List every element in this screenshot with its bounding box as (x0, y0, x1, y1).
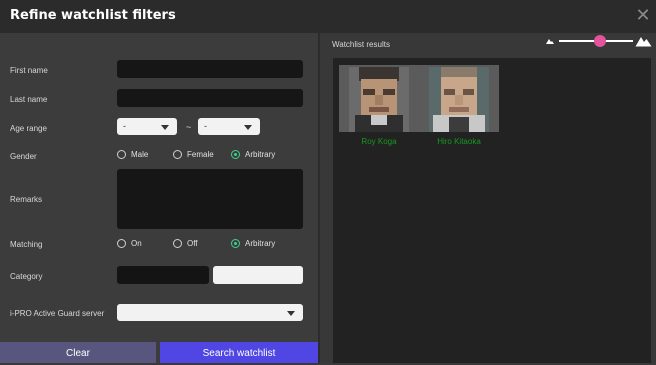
remarks-field[interactable] (117, 169, 303, 229)
result-name: Hiro Kitaoka (437, 137, 481, 146)
chevron-down-icon (244, 125, 252, 130)
radio-unchecked-icon (173, 239, 182, 248)
mountain-large-icon (635, 37, 652, 47)
age-range-label: Age range (10, 124, 47, 133)
first-name-label: First name (10, 66, 48, 75)
age-range-separator: ~ (186, 122, 192, 132)
chevron-down-icon (287, 311, 295, 316)
last-name-field[interactable] (117, 89, 303, 108)
gender-radio-arbitrary[interactable]: Arbitrary (231, 150, 275, 159)
face-thumbnail (419, 65, 499, 132)
radio-checked-icon (231, 150, 240, 159)
clear-button[interactable]: Clear (0, 342, 156, 363)
age-to-select[interactable]: - (198, 118, 260, 135)
radio-unchecked-icon (117, 150, 126, 159)
result-card-roy-koga[interactable]: Roy Koga (339, 65, 419, 146)
face-thumbnail (339, 65, 419, 132)
close-icon[interactable]: ✕ (634, 6, 652, 24)
matching-label: Matching (10, 240, 43, 249)
result-name: Roy Koga (361, 137, 397, 146)
face-photo (429, 67, 489, 132)
first-name-field[interactable] (117, 60, 303, 79)
matching-radio-arbitrary[interactable]: Arbitrary (231, 239, 275, 248)
gender-option-label: Male (131, 150, 149, 159)
category-second-input[interactable] (213, 267, 303, 285)
dialog-titlebar: Refine watchlist filters ✕ (0, 0, 656, 33)
search-watchlist-button[interactable]: Search watchlist (160, 342, 318, 363)
category-label: Category (10, 272, 43, 281)
remarks-label: Remarks (10, 195, 43, 204)
zoom-slider[interactable] (545, 33, 652, 49)
matching-option-label: Arbitrary (245, 239, 276, 248)
last-name-input[interactable] (117, 90, 303, 108)
zoom-knob[interactable] (593, 35, 606, 47)
result-card-hiro-kitaoka[interactable]: Hiro Kitaoka (419, 65, 499, 146)
matching-option-label: On (131, 239, 142, 248)
category-second-field[interactable] (213, 266, 303, 285)
last-name-label: Last name (10, 95, 48, 104)
gender-label: Gender (10, 152, 37, 161)
chevron-down-icon (161, 125, 169, 130)
dialog-title: Refine watchlist filters (10, 8, 176, 23)
matching-radio-on[interactable]: On (117, 239, 142, 248)
mountain-small-icon (546, 39, 554, 44)
gender-option-label: Arbitrary (245, 150, 276, 159)
results-title: Watchlist results (332, 40, 390, 49)
refine-watchlist-dialog: Refine watchlist filters ✕ First name La… (0, 0, 656, 363)
gender-radio-female[interactable]: Female (173, 150, 214, 159)
category-field[interactable] (117, 266, 209, 285)
age-from-select[interactable]: - (117, 118, 177, 135)
gender-radio-male[interactable]: Male (117, 150, 148, 159)
server-select[interactable] (117, 304, 303, 321)
radio-checked-icon (231, 239, 240, 248)
server-label: i-PRO Active Guard server (10, 309, 105, 318)
category-input[interactable] (117, 267, 209, 285)
matching-radio-off[interactable]: Off (173, 239, 198, 248)
remarks-textarea[interactable] (117, 169, 303, 229)
radio-unchecked-icon (117, 239, 126, 248)
first-name-input[interactable] (117, 61, 303, 79)
face-photo (349, 67, 409, 132)
gender-option-label: Female (187, 150, 214, 159)
matching-option-label: Off (187, 239, 198, 248)
age-from-value: - (123, 121, 126, 131)
age-to-value: - (204, 121, 207, 131)
radio-unchecked-icon (173, 150, 182, 159)
